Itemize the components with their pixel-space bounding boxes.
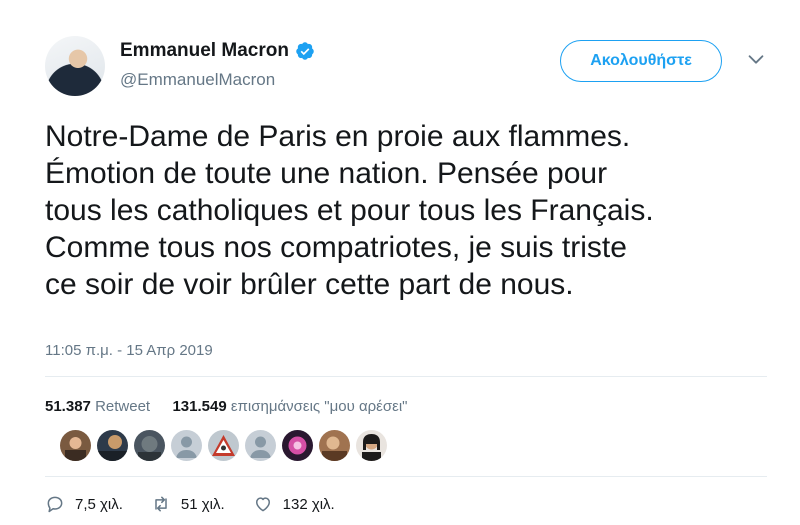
reply-count: 7,5 χιλ. (75, 495, 123, 513)
liker-avatars (60, 430, 387, 461)
heart-icon (255, 497, 270, 512)
divider (45, 376, 767, 377)
liker-avatar[interactable] (319, 430, 350, 461)
like-action[interactable]: 132 χιλ. (253, 494, 335, 514)
retweet-icon (155, 496, 167, 512)
follow-button[interactable]: Ακολουθήστε (560, 40, 722, 82)
like-action-count: 132 χιλ. (282, 495, 335, 513)
retweet-action-count: 51 χιλ. (180, 495, 225, 513)
reply-icon (47, 496, 63, 513)
liker-avatar[interactable] (97, 430, 128, 461)
retweet-action[interactable]: 51 χιλ. (151, 494, 225, 514)
like-label[interactable]: επισημάνσεις "μου αρέσει" (231, 398, 408, 415)
like-count[interactable]: 131.549 (172, 398, 226, 415)
default-avatar-icon[interactable] (171, 430, 202, 461)
chevron-down-icon[interactable] (745, 48, 767, 70)
retweet-count[interactable]: 51.387 (45, 398, 91, 415)
author-handle[interactable]: @EmmanuelMacron (120, 70, 275, 90)
verified-badge-icon (296, 42, 314, 60)
author-name-row: Emmanuel Macron (120, 40, 315, 62)
liker-avatar[interactable] (208, 430, 239, 461)
divider (45, 476, 767, 477)
tweet-timestamp[interactable]: 11:05 π.μ. - 15 Απρ 2019 (45, 342, 213, 359)
tweet-header: Emmanuel Macron @EmmanuelMacron Ακολουθή… (45, 36, 775, 100)
liker-avatar[interactable] (134, 430, 165, 461)
reply-action[interactable]: 7,5 χιλ. (45, 494, 123, 514)
tweet-stats: 51.387 Retweet 131.549 επισημάνσεις "μου… (45, 398, 407, 415)
default-avatar-icon[interactable] (245, 430, 276, 461)
tweet-actions: 7,5 χιλ. 51 χιλ. 132 χιλ. (45, 494, 363, 514)
tweet-text: Notre-Dame de Paris en proie aux flammes… (45, 120, 654, 301)
author-name[interactable]: Emmanuel Macron (120, 40, 289, 62)
liker-avatar[interactable] (282, 430, 313, 461)
liker-avatar[interactable] (356, 430, 387, 461)
liker-avatar[interactable] (60, 430, 91, 461)
retweet-label[interactable]: Retweet (95, 398, 150, 415)
author-avatar[interactable] (45, 36, 105, 96)
